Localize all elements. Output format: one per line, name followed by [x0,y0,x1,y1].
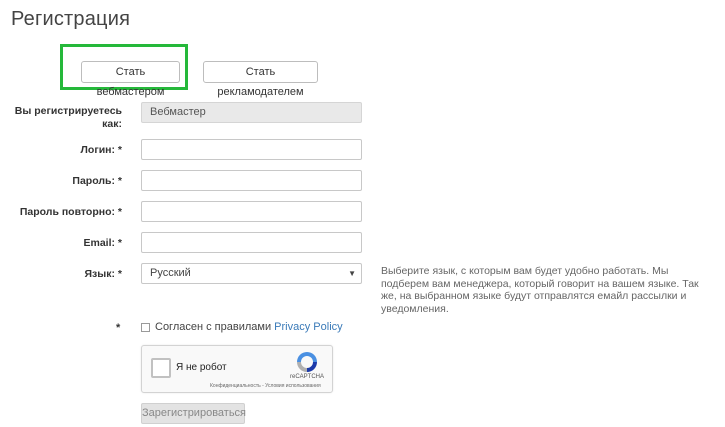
recaptcha-label: Я не робот [176,362,227,373]
password-repeat-label: Пароль повторно: * [19,206,122,218]
dropdown-arrow-icon: ▼ [348,269,356,278]
recaptcha-links[interactable]: Конфиденциальность - Условия использован… [210,383,321,389]
agree-checkbox[interactable] [141,323,150,332]
password-repeat-input[interactable] [141,201,362,222]
language-value: Русский [150,267,191,279]
recaptcha-widget: Я не робот reCAPTCHA Конфиденциальность … [141,345,333,393]
privacy-policy-link[interactable]: Privacy Policy [274,321,342,333]
role-field: Вебмастер [141,102,362,123]
password-input[interactable] [141,170,362,191]
language-hint: Выберите язык, с которым вам будет удобн… [381,265,699,315]
role-label: Вы регистрируетесь как: [14,105,122,130]
required-star: * [116,322,121,334]
language-label: Язык: * [84,268,123,280]
agree-text-container: Согласен с правилами Privacy Policy [155,321,343,333]
login-input[interactable] [141,139,362,160]
email-input[interactable] [141,232,362,253]
register-button[interactable]: Зарегистрироваться [141,403,246,424]
login-label: Логин: * [80,144,122,156]
recaptcha-logo-icon [297,352,317,372]
email-label: Email: * [83,237,122,249]
recaptcha-brand: reCAPTCHA [290,374,325,380]
language-select[interactable]: Русский ▼ [141,263,362,284]
become-webmaster-button[interactable]: Стать вебмастером [81,61,180,98]
agree-text: Согласен с правилами [155,321,272,333]
become-advertiser-button[interactable]: Стать рекламодателем [203,61,318,98]
page-title: Регистрация [11,8,131,30]
recaptcha-checkbox[interactable] [151,358,171,378]
password-label: Пароль: * [72,175,122,187]
